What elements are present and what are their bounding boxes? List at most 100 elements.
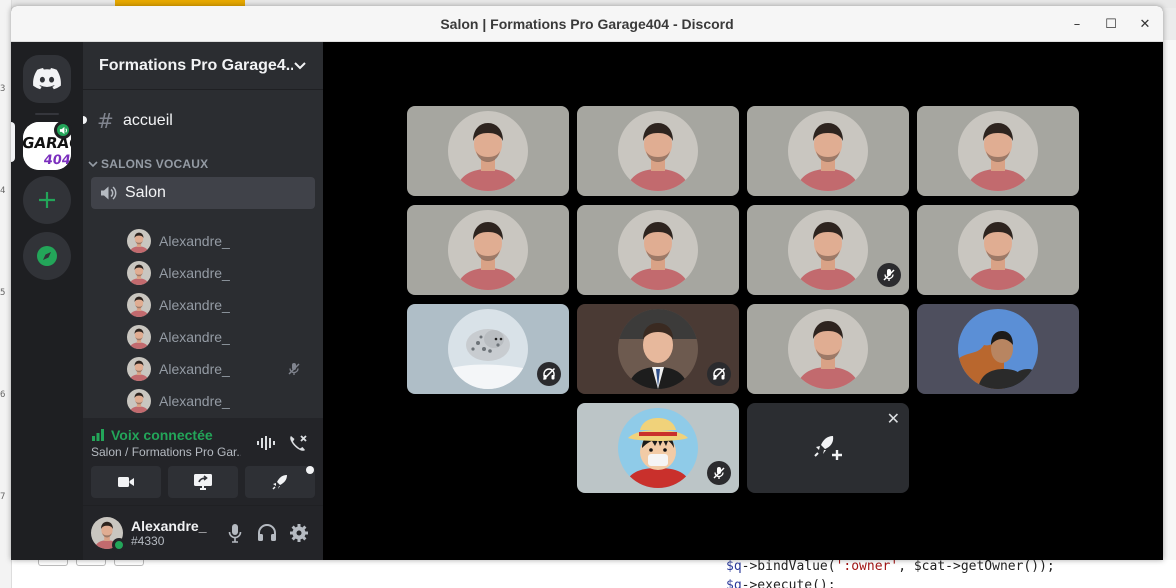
settings-button[interactable] — [283, 517, 315, 549]
mic-muted-icon — [287, 361, 301, 380]
svg-text:404: 404 — [43, 153, 71, 168]
explore-button[interactable] — [23, 232, 71, 280]
screen-share-icon — [194, 474, 212, 490]
avatar — [127, 293, 151, 317]
participant-tile[interactable] — [577, 304, 739, 394]
voice-member[interactable]: Alexandre_ — [127, 226, 315, 256]
maximize-button[interactable]: ☐ — [1094, 6, 1128, 42]
avatar — [127, 389, 151, 413]
notification-dot — [306, 466, 314, 474]
voice-member[interactable]: Alexandre_ — [127, 290, 315, 320]
home-button[interactable] — [23, 55, 71, 103]
rail-separator — [35, 113, 59, 115]
channel-sidebar: Formations Pro Garage4... # accueil SALO… — [83, 42, 323, 560]
selected-pill — [11, 122, 15, 162]
user-tag: #4330 — [131, 534, 165, 548]
avatar — [618, 309, 698, 389]
participant-tile[interactable] — [407, 106, 569, 196]
headset-muted-icon — [707, 362, 731, 386]
minimize-button[interactable]: – — [1060, 6, 1094, 42]
discord-logo-icon — [33, 68, 61, 90]
member-name: Alexandre_ — [159, 329, 230, 345]
line-number: 7 — [0, 492, 6, 502]
headset-button[interactable] — [251, 517, 283, 549]
participant-tile[interactable] — [917, 205, 1079, 295]
microphone-button[interactable] — [219, 517, 251, 549]
participant-tile[interactable] — [917, 106, 1079, 196]
title-bar[interactable]: Salon | Formations Pro Garage404 - Disco… — [11, 6, 1163, 42]
avatar — [448, 309, 528, 389]
participant-tile[interactable] — [747, 205, 909, 295]
gear-icon — [290, 524, 308, 542]
voice-member-list: Alexandre_ Alexandre_ Alexandre_ Alexandre_… — [83, 42, 323, 418]
voice-member[interactable]: Alexandre_ — [127, 386, 315, 416]
voice-connection-panel: Voix connectée Salon / Formations Pro Ga… — [83, 418, 323, 506]
participant-tile[interactable] — [577, 106, 739, 196]
signal-icon — [92, 429, 104, 441]
voice-member[interactable]: Alexandre_ — [127, 354, 315, 384]
online-status-icon — [112, 538, 126, 552]
disconnect-button[interactable] — [286, 431, 310, 455]
participant-tile[interactable] — [407, 304, 569, 394]
voice-status[interactable]: Voix connectée — [91, 427, 213, 443]
discord-window: Salon | Formations Pro Garage404 - Disco… — [11, 6, 1163, 560]
rocket-icon — [272, 475, 287, 490]
voice-active-icon — [54, 121, 72, 139]
avatar — [788, 210, 868, 290]
voice-member[interactable]: Alexandre_ — [127, 322, 315, 352]
avatar — [958, 309, 1038, 389]
participant-tile[interactable] — [917, 304, 1079, 394]
avatar — [958, 210, 1038, 290]
participant-tile[interactable] — [747, 304, 909, 394]
participant-tile[interactable] — [577, 205, 739, 295]
mic-muted-icon — [707, 461, 731, 485]
member-name: Alexandre_ — [159, 233, 230, 249]
noise-suppression-button[interactable] — [254, 431, 278, 455]
avatar — [448, 210, 528, 290]
avatar — [958, 111, 1038, 191]
desktop-keys — [38, 560, 144, 566]
activity-button[interactable] — [245, 466, 315, 498]
close-icon[interactable]: ✕ — [887, 409, 900, 428]
voice-member[interactable]: Alexandre_ — [127, 258, 315, 288]
avatar — [127, 261, 151, 285]
microphone-icon — [228, 524, 242, 543]
username: Alexandre_ — [131, 518, 207, 534]
close-button[interactable]: ✕ — [1128, 6, 1162, 42]
member-name: Alexandre_ — [159, 297, 230, 313]
camera-icon — [118, 477, 134, 487]
add-server-button[interactable] — [23, 176, 71, 224]
rocket-plus-icon — [814, 436, 842, 460]
member-name: Alexandre_ — [159, 393, 230, 409]
discord-app: GARAG 404 Formations Pro Garage4... # ac… — [11, 42, 1163, 560]
line-number: 4 — [0, 186, 6, 196]
avatar — [788, 309, 868, 389]
headphones-icon — [258, 524, 276, 541]
avatar — [788, 111, 868, 191]
participant-tile[interactable] — [747, 106, 909, 196]
voice-status-label: Voix connectée — [111, 427, 213, 443]
window-title: Salon | Formations Pro Garage404 - Disco… — [440, 15, 734, 32]
avatar — [448, 111, 528, 191]
avatar[interactable] — [91, 517, 126, 552]
avatar — [127, 325, 151, 349]
voice-channel-subtitle[interactable]: Salon / Formations Pro Gar... — [91, 445, 241, 459]
compass-icon — [37, 246, 57, 266]
avatar — [618, 210, 698, 290]
code-line: $q->execute(); — [726, 578, 836, 588]
member-name: Alexandre_ — [159, 265, 230, 281]
soundwave-icon — [257, 436, 275, 450]
line-number: 6 — [0, 390, 6, 400]
participant-tile[interactable] — [407, 205, 569, 295]
avatar — [127, 357, 151, 381]
user-names[interactable]: Alexandre_ #4330 — [131, 518, 219, 548]
camera-button[interactable] — [91, 466, 161, 498]
headset-muted-icon — [537, 362, 561, 386]
screen-share-button[interactable] — [168, 466, 238, 498]
editor-scroll-region — [1163, 40, 1176, 560]
avatar — [618, 408, 698, 488]
activity-launcher-tile[interactable]: ✕ — [747, 403, 909, 493]
participant-tile[interactable] — [577, 403, 739, 493]
plus-icon — [39, 192, 55, 208]
server-rail: GARAG 404 — [11, 42, 83, 560]
